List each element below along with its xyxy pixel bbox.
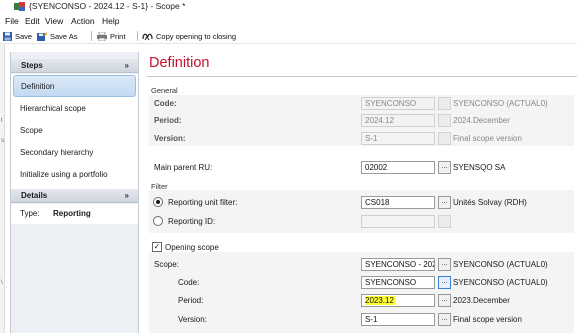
general-code-desc: SYENCONSO (ACTUAL0) (453, 99, 548, 108)
main-parent-lookup-button[interactable]: ... (438, 161, 451, 174)
edge-mark: t (1, 118, 3, 124)
main-parent-label: Main parent RU: (154, 163, 213, 172)
steps-list: Definition Hierarchical scope Scope Seco… (11, 74, 138, 189)
general-code-label: Code: (154, 99, 177, 108)
ru-filter-desc: Unités Solvay (RDH) (453, 198, 527, 207)
opening-period-lookup-button[interactable]: ... (438, 294, 451, 307)
general-version-desc: Final scope version (453, 134, 522, 143)
step-secondary-hierarchy[interactable]: Secondary hierarchy (11, 141, 138, 163)
details-header-label: Details (21, 191, 48, 200)
opening-period-field[interactable]: 2023.12 (361, 294, 435, 307)
opening-code-lookup-button[interactable]: ... (438, 276, 451, 289)
general-period-desc: 2024.December (453, 116, 510, 125)
checkmark-icon: ✓ (153, 242, 161, 251)
menu-action[interactable]: Action (71, 16, 95, 26)
ru-id-field[interactable] (361, 215, 435, 228)
step-definition[interactable]: Definition (13, 75, 136, 97)
save-as-button[interactable]: Save As (37, 30, 78, 42)
general-version-label: Version: (154, 134, 186, 143)
main-panel: Definition General Code: SYENCONSO SYENC… (144, 52, 577, 333)
general-version-field[interactable]: S-1 (361, 132, 435, 145)
general-period-label: Period: (154, 116, 182, 125)
opening-version-desc: Final scope version (453, 315, 522, 324)
print-icon (97, 31, 107, 41)
step-scope[interactable]: Scope (11, 119, 138, 141)
menu-view[interactable]: View (45, 16, 63, 26)
ru-id-lookup-button[interactable] (438, 215, 451, 228)
main-parent-field[interactable]: 02002 (361, 161, 435, 174)
opening-version-label: Version: (178, 315, 207, 324)
ru-filter-label[interactable]: Reporting unit filter: (168, 198, 237, 207)
opening-version-field[interactable]: S-1 (361, 313, 435, 326)
chevron-double-icon[interactable]: » (125, 61, 129, 70)
window-title: {SYENCONSO - 2024.12 - S-1} - Scope * (29, 1, 186, 11)
general-group-label: General (151, 86, 178, 95)
ru-filter-radio[interactable] (153, 197, 163, 207)
opening-scope-lookup-button[interactable]: ... (438, 258, 451, 271)
general-period-field[interactable]: 2024.12 (361, 114, 435, 127)
save-as-icon (37, 31, 47, 41)
steps-panel-header[interactable]: Steps » (11, 59, 138, 73)
menu-file[interactable]: File (5, 16, 19, 26)
general-period-lookup-button[interactable] (438, 114, 451, 127)
ru-id-radio[interactable] (153, 216, 163, 226)
save-icon (3, 31, 12, 41)
step-hierarchical-scope[interactable]: Hierarchical scope (11, 97, 138, 119)
ru-filter-lookup-button[interactable]: ... (438, 196, 451, 209)
opening-scope-label[interactable]: Opening scope (165, 243, 219, 252)
save-button[interactable]: Save (3, 30, 32, 42)
toolbar: Save Save As Print Copy opening to closi… (0, 28, 577, 44)
page-title: Definition (149, 55, 210, 71)
ru-filter-field[interactable]: CS018 (361, 196, 435, 209)
opening-version-lookup-button[interactable]: ... (438, 313, 451, 326)
general-version-lookup-button[interactable] (438, 132, 451, 145)
opening-scope-desc: SYENCONSO (ACTUAL0) (453, 260, 548, 269)
opening-code-field[interactable]: SYENCONSO (361, 276, 435, 289)
copy-opening-label: Copy opening to closing (156, 31, 237, 41)
print-label: Print (110, 31, 126, 41)
general-code-lookup-button[interactable] (438, 97, 451, 110)
step-initialize-portfolio[interactable]: Initialize using a portfolio (11, 163, 138, 185)
opening-code-desc: SYENCONSO (ACTUAL0) (453, 278, 548, 287)
opening-scope-field[interactable]: SYENCONSO - 2023.1 (361, 258, 435, 271)
edge-mark: \ (1, 280, 3, 286)
copy-opening-icon (142, 33, 153, 40)
sidebar: Steps » Definition Hierarchical scope Sc… (10, 52, 139, 333)
save-label: Save (15, 31, 33, 41)
details-panel-header[interactable]: Details » (11, 189, 138, 203)
toolbar-separator (91, 31, 92, 41)
opening-period-label: Period: (178, 296, 204, 305)
left-window-edge: t s \ (0, 44, 5, 333)
chevron-double-icon[interactable]: » (125, 191, 129, 200)
details-type-value: Reporting (53, 209, 91, 218)
details-content: Type: Reporting (11, 204, 138, 224)
save-as-label: Save As (50, 31, 78, 41)
menu-edit[interactable]: Edit (25, 16, 40, 26)
main-parent-desc: SYENSQO SA (453, 163, 506, 172)
opening-code-label: Code: (178, 278, 200, 287)
opening-period-value: 2023.12 (365, 296, 396, 305)
steps-header-label: Steps (21, 61, 43, 70)
menu-help[interactable]: Help (102, 16, 119, 26)
title-divider (147, 76, 577, 77)
title-bar: {SYENCONSO - 2024.12 - S-1} - Scope * (0, 0, 577, 14)
general-code-field[interactable]: SYENCONSO (361, 97, 435, 110)
toolbar-separator (137, 31, 138, 41)
edge-mark: s (1, 138, 4, 144)
app-icon (14, 2, 25, 11)
menu-bar: File Edit View Action Help (0, 16, 577, 28)
print-button[interactable]: Print (97, 30, 125, 42)
opening-scope-checkbox[interactable]: ✓ (152, 242, 162, 252)
opening-scope-field-label: Scope: (154, 260, 179, 269)
ru-id-label[interactable]: Reporting ID: (168, 217, 215, 226)
copy-opening-button[interactable]: Copy opening to closing (142, 30, 236, 42)
details-type-label: Type: (20, 209, 40, 218)
opening-period-desc: 2023.December (453, 296, 510, 305)
